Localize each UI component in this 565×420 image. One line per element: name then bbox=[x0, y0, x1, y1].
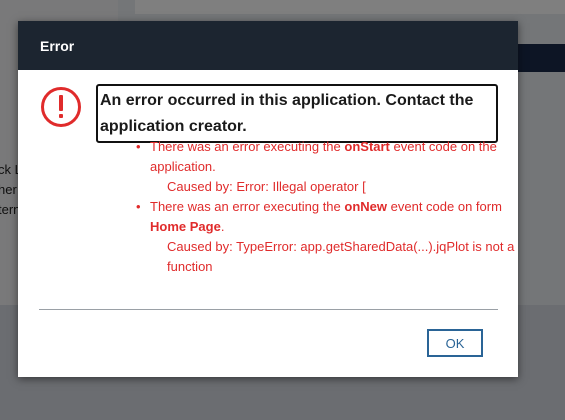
error-item: • There was an error executing the onSta… bbox=[136, 137, 515, 197]
event-name: onNew bbox=[344, 199, 388, 214]
ok-button[interactable]: OK bbox=[427, 329, 483, 357]
exclamation-circle-icon bbox=[41, 87, 81, 127]
error-text: There was an error executing the bbox=[150, 199, 345, 214]
error-dialog: Error An error occurred in this applicat… bbox=[18, 21, 518, 377]
caused-by-text: Caused by: TypeError: app.getSharedData(… bbox=[167, 239, 515, 274]
caused-by-text: Caused by: Error: Illegal operator [ bbox=[167, 179, 366, 194]
bullet: • bbox=[136, 139, 141, 154]
error-message: An error occurred in this application. C… bbox=[96, 84, 498, 143]
bullet: • bbox=[136, 199, 141, 214]
dialog-header: Error bbox=[18, 21, 518, 70]
dialog-title: Error bbox=[40, 37, 75, 54]
error-text: There was an error executing the bbox=[150, 139, 345, 154]
error-item: • There was an error executing the onNew… bbox=[136, 197, 515, 277]
error-text: event code on form bbox=[387, 199, 502, 214]
dialog-body: An error occurred in this application. C… bbox=[18, 70, 518, 310]
footer-divider bbox=[39, 309, 498, 310]
error-list: • There was an error executing the onSta… bbox=[135, 137, 515, 277]
form-name: Home Page bbox=[150, 219, 221, 234]
event-name: onStart bbox=[344, 139, 390, 154]
error-text: . bbox=[220, 219, 225, 234]
